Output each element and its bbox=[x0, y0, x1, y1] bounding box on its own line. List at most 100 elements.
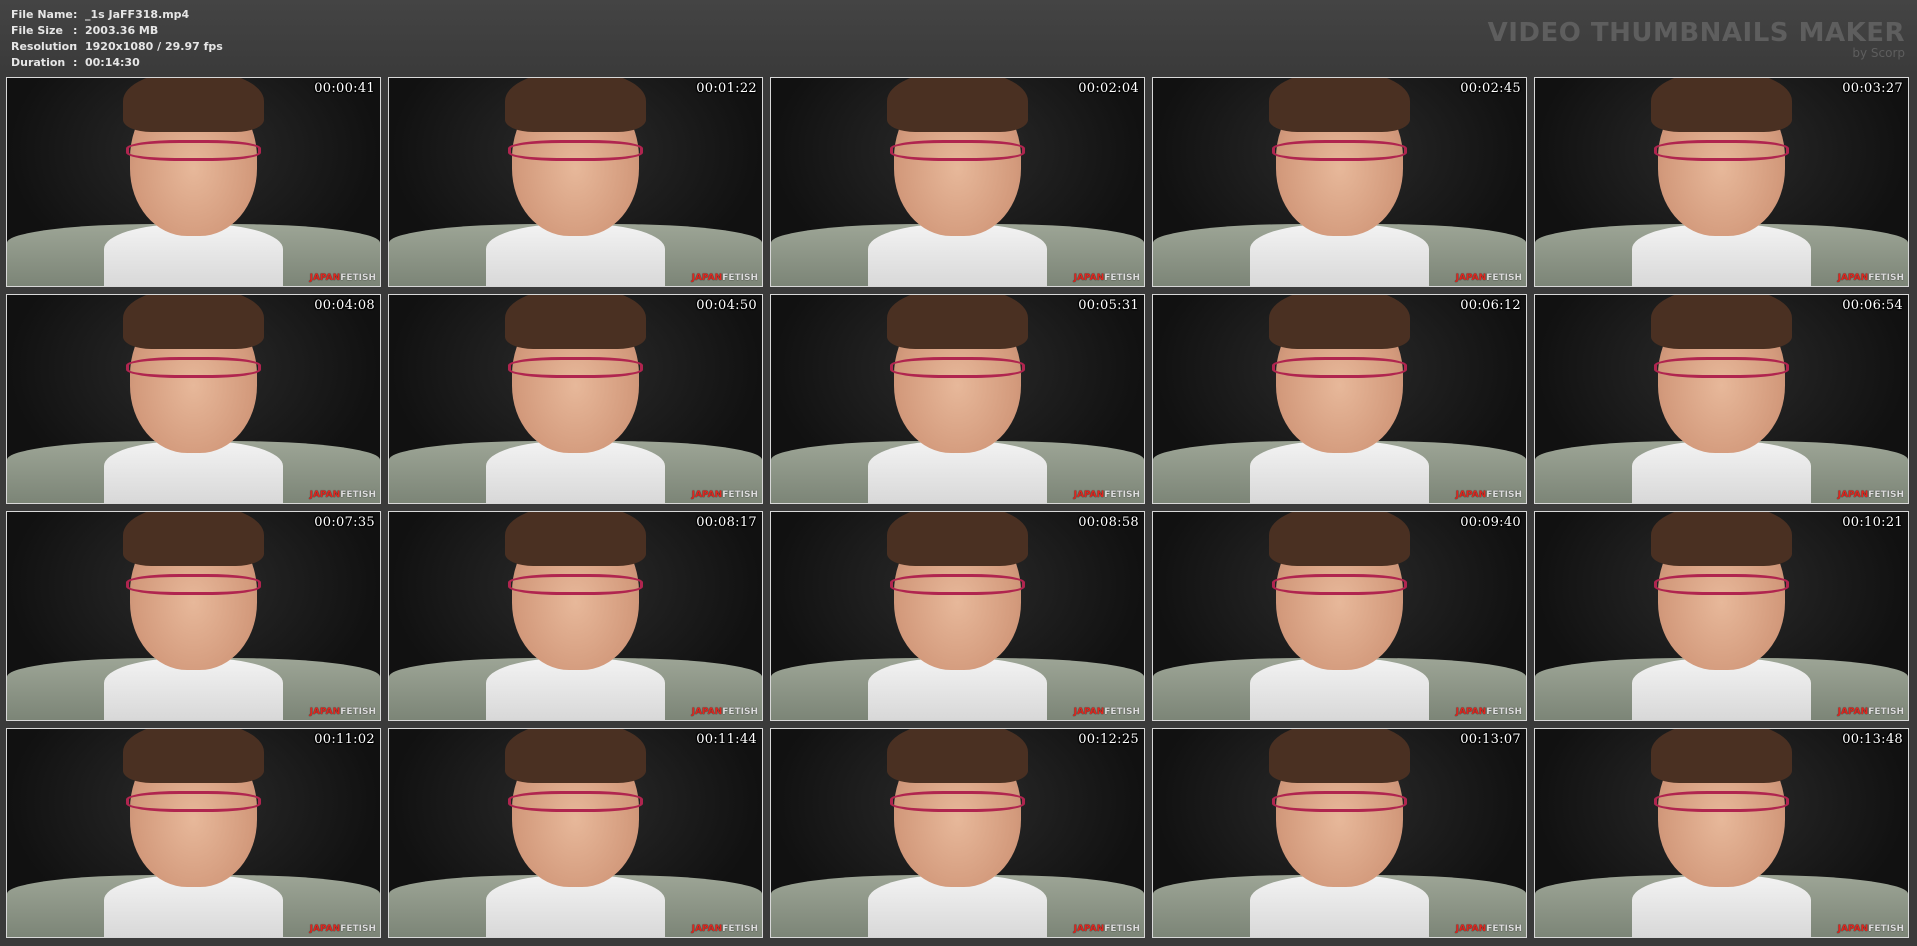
watermark-part1: JAPAN bbox=[1455, 924, 1487, 934]
hair-shape bbox=[504, 512, 647, 567]
brand-logo: VIDEO THUMBNAILS MAKER by Scorp bbox=[1488, 19, 1905, 60]
timestamp-label: 00:13:48 bbox=[1842, 732, 1903, 747]
watermark-logo: JAPANFETISH bbox=[1838, 707, 1904, 717]
file-name-row: File Name : _1s JaFF318.mp4 bbox=[11, 7, 223, 23]
watermark-logo: JAPANFETISH bbox=[1456, 490, 1522, 500]
timestamp-label: 00:06:12 bbox=[1460, 298, 1521, 313]
watermark-part2: FETISH bbox=[340, 924, 376, 934]
video-thumbnail[interactable]: 00:06:54 JAPANFETISH bbox=[1534, 294, 1909, 504]
watermark-part1: JAPAN bbox=[691, 924, 723, 934]
watermark-part2: FETISH bbox=[1104, 924, 1140, 934]
watermark-logo: JAPANFETISH bbox=[1074, 273, 1140, 283]
watermark-logo: JAPANFETISH bbox=[1074, 707, 1140, 717]
timestamp-label: 00:01:22 bbox=[696, 81, 757, 96]
watermark-part1: JAPAN bbox=[691, 490, 723, 500]
watermark-part1: JAPAN bbox=[309, 707, 341, 717]
hair-shape bbox=[122, 512, 265, 567]
glasses-shape bbox=[1654, 357, 1789, 379]
file-name-sep: : bbox=[73, 8, 78, 21]
watermark-part2: FETISH bbox=[1868, 707, 1904, 717]
timestamp-label: 00:03:27 bbox=[1842, 81, 1903, 96]
video-thumbnail[interactable]: 00:08:17 JAPANFETISH bbox=[388, 511, 763, 721]
video-thumbnail[interactable]: 00:03:27 JAPANFETISH bbox=[1534, 77, 1909, 287]
duration-sep: : bbox=[73, 56, 78, 69]
glasses-shape bbox=[508, 791, 643, 813]
glasses-shape bbox=[508, 140, 643, 162]
hair-shape bbox=[504, 78, 647, 133]
glasses-shape bbox=[1654, 791, 1789, 813]
watermark-logo: JAPANFETISH bbox=[692, 924, 758, 934]
watermark-part2: FETISH bbox=[722, 490, 758, 500]
watermark-part2: FETISH bbox=[722, 273, 758, 283]
watermark-part1: JAPAN bbox=[1837, 707, 1869, 717]
video-thumbnail[interactable]: 00:04:08 JAPANFETISH bbox=[6, 294, 381, 504]
timestamp-label: 00:04:50 bbox=[696, 298, 757, 313]
watermark-part1: JAPAN bbox=[1455, 273, 1487, 283]
hair-shape bbox=[886, 295, 1029, 350]
watermark-logo: JAPANFETISH bbox=[1838, 924, 1904, 934]
hair-shape bbox=[1650, 512, 1793, 567]
timestamp-label: 00:10:21 bbox=[1842, 515, 1903, 530]
glasses-shape bbox=[1654, 140, 1789, 162]
watermark-part1: JAPAN bbox=[1455, 707, 1487, 717]
watermark-part2: FETISH bbox=[1104, 707, 1140, 717]
watermark-part1: JAPAN bbox=[1837, 924, 1869, 934]
timestamp-label: 00:00:41 bbox=[314, 81, 375, 96]
watermark-part1: JAPAN bbox=[309, 924, 341, 934]
video-thumbnail[interactable]: 00:01:22 JAPANFETISH bbox=[388, 77, 763, 287]
watermark-logo: JAPANFETISH bbox=[310, 707, 376, 717]
hair-shape bbox=[1268, 512, 1411, 567]
hair-shape bbox=[1650, 78, 1793, 133]
file-size-sep: : bbox=[73, 24, 78, 37]
watermark-logo: JAPANFETISH bbox=[310, 273, 376, 283]
watermark-part1: JAPAN bbox=[1837, 490, 1869, 500]
video-thumbnail[interactable]: 00:06:12 JAPANFETISH bbox=[1152, 294, 1527, 504]
glasses-shape bbox=[508, 574, 643, 596]
timestamp-label: 00:06:54 bbox=[1842, 298, 1903, 313]
video-thumbnail[interactable]: 00:12:25 JAPANFETISH bbox=[770, 728, 1145, 938]
video-thumbnail[interactable]: 00:11:44 JAPANFETISH bbox=[388, 728, 763, 938]
watermark-part2: FETISH bbox=[1486, 707, 1522, 717]
watermark-part2: FETISH bbox=[722, 707, 758, 717]
watermark-logo: JAPANFETISH bbox=[1456, 273, 1522, 283]
duration-row: Duration : 00:14:30 bbox=[11, 55, 223, 71]
watermark-part2: FETISH bbox=[1868, 490, 1904, 500]
video-thumbnail[interactable]: 00:05:31 JAPANFETISH bbox=[770, 294, 1145, 504]
watermark-part1: JAPAN bbox=[1073, 273, 1105, 283]
glasses-shape bbox=[890, 357, 1025, 379]
video-thumbnail[interactable]: 00:07:35 JAPANFETISH bbox=[6, 511, 381, 721]
video-thumbnail[interactable]: 00:10:21 JAPANFETISH bbox=[1534, 511, 1909, 721]
watermark-part2: FETISH bbox=[340, 273, 376, 283]
glasses-shape bbox=[1272, 357, 1407, 379]
glasses-shape bbox=[1272, 791, 1407, 813]
video-thumbnail[interactable]: 00:02:04 JAPANFETISH bbox=[770, 77, 1145, 287]
video-thumbnail[interactable]: 00:00:41 JAPANFETISH bbox=[6, 77, 381, 287]
hair-shape bbox=[122, 729, 265, 784]
video-thumbnail[interactable]: 00:09:40 JAPANFETISH bbox=[1152, 511, 1527, 721]
info-header: File Name : _1s JaFF318.mp4 File Size : … bbox=[0, 0, 1917, 76]
timestamp-label: 00:08:17 bbox=[696, 515, 757, 530]
file-size-value: 2003.36 MB bbox=[85, 24, 159, 37]
timestamp-label: 00:07:35 bbox=[314, 515, 375, 530]
glasses-shape bbox=[126, 357, 261, 379]
watermark-logo: JAPANFETISH bbox=[310, 490, 376, 500]
glasses-shape bbox=[890, 574, 1025, 596]
video-thumbnail[interactable]: 00:08:58 JAPANFETISH bbox=[770, 511, 1145, 721]
watermark-logo: JAPANFETISH bbox=[692, 707, 758, 717]
thumbnail-grid: 00:00:41 JAPANFETISH 00:01:22 JAPANFETISH 00… bbox=[6, 77, 1916, 941]
brand-title: VIDEO THUMBNAILS MAKER bbox=[1487, 18, 1905, 48]
timestamp-label: 00:02:04 bbox=[1078, 81, 1139, 96]
video-thumbnail[interactable]: 00:02:45 JAPANFETISH bbox=[1152, 77, 1527, 287]
video-thumbnail[interactable]: 00:04:50 JAPANFETISH bbox=[388, 294, 763, 504]
glasses-shape bbox=[1654, 574, 1789, 596]
watermark-part2: FETISH bbox=[1104, 490, 1140, 500]
glasses-shape bbox=[126, 791, 261, 813]
watermark-logo: JAPANFETISH bbox=[1456, 924, 1522, 934]
watermark-part2: FETISH bbox=[1868, 924, 1904, 934]
video-thumbnail[interactable]: 00:13:07 JAPANFETISH bbox=[1152, 728, 1527, 938]
timestamp-label: 00:04:08 bbox=[314, 298, 375, 313]
resolution-sep: : bbox=[73, 40, 78, 53]
video-thumbnail[interactable]: 00:13:48 JAPANFETISH bbox=[1534, 728, 1909, 938]
video-thumbnail[interactable]: 00:11:02 JAPANFETISH bbox=[6, 728, 381, 938]
glasses-shape bbox=[890, 140, 1025, 162]
